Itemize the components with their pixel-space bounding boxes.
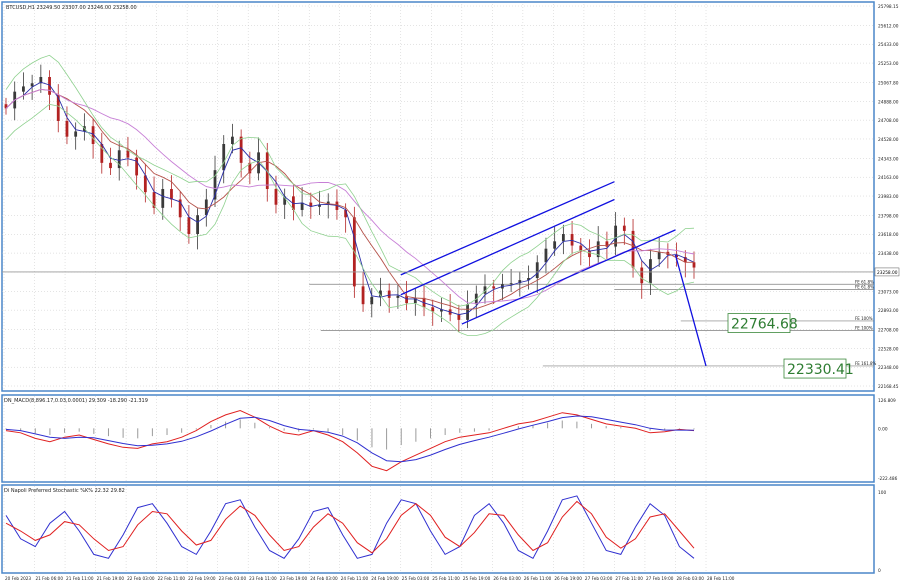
- price-tick-label: 22708.00: [878, 328, 899, 334]
- time-tick-label: 25 Feb 03:00: [402, 576, 430, 581]
- price-tick-label: 22528.00: [878, 346, 899, 352]
- candle-body: [231, 136, 234, 144]
- stochastic-tick-label: 100: [878, 490, 886, 496]
- candle-body: [239, 136, 243, 163]
- candle-body: [187, 217, 191, 235]
- price-tick-label: 23798.00: [878, 213, 899, 219]
- target-price-label: 22764.68: [731, 317, 798, 333]
- candle-body: [222, 143, 226, 171]
- candle-body: [22, 86, 25, 92]
- time-tick-label: 22 Feb 11:00: [158, 576, 186, 581]
- candle-body: [361, 286, 365, 305]
- current-price-label: 23258.00: [877, 270, 898, 276]
- fe-level-label: FE 100%: [855, 316, 873, 321]
- candle-body: [657, 251, 661, 260]
- price-tick-label: 22168.45: [878, 384, 899, 390]
- candle-body: [640, 267, 644, 284]
- price-tick-label: 24708.00: [878, 118, 899, 124]
- candle-body: [170, 189, 173, 200]
- price-tick-label: 24163.00: [878, 175, 899, 181]
- time-tick-label: 28 Feb 11:00: [707, 576, 735, 581]
- symbol-header: BTCUSD,H1 23249.50 23307.00 23246.00 232…: [6, 5, 137, 11]
- candle-body: [544, 248, 548, 263]
- candle-body: [396, 295, 400, 298]
- time-axis: 20 Feb 2023 21 Feb 06:00 21 Feb 11:00 21 Fe…: [5, 576, 735, 581]
- price-tick-label: 23618.00: [878, 232, 899, 238]
- macd-panel: [1, 394, 875, 483]
- candle-body: [692, 262, 696, 268]
- candle-body: [161, 189, 165, 208]
- time-tick-label: 24 Feb 19:00: [371, 576, 399, 581]
- time-tick-label: 25 Feb 19:00: [463, 576, 491, 581]
- price-tick-label: 25067.80: [878, 80, 899, 86]
- time-tick-label: 22 Feb 03:00: [127, 576, 155, 581]
- macd-tick-label: 126.809: [878, 398, 896, 404]
- candle-body: [570, 234, 574, 246]
- stochastic-panel: [1, 484, 875, 574]
- candle-body: [561, 234, 565, 242]
- price-tick-label: 24528.00: [878, 137, 899, 143]
- macd-tick-label: 0.00: [878, 426, 888, 432]
- time-tick-label: 27 Feb 03:00: [585, 576, 613, 581]
- price-tick-label: 23983.00: [878, 194, 899, 200]
- price-tick-label: 25798.15: [878, 4, 899, 10]
- candle-body: [30, 83, 34, 87]
- time-tick-label: 27 Feb 11:00: [615, 576, 643, 581]
- time-tick-label: 25 Feb 11:00: [432, 576, 460, 581]
- price-tick-label: 25612.00: [878, 23, 899, 29]
- price-tick-label: 23073.00: [878, 289, 899, 295]
- fe-level-label: FE 100%: [855, 325, 873, 330]
- time-tick-label: 26 Feb 11:00: [524, 576, 552, 581]
- candle-body: [492, 286, 496, 289]
- candle-body: [196, 215, 199, 235]
- price-tick-label: 24343.00: [878, 156, 899, 162]
- price-tick-label: 22893.00: [878, 308, 899, 314]
- price-tick-label: 25433.00: [878, 42, 899, 48]
- time-tick-label: 24 Feb 11:00: [341, 576, 369, 581]
- fe-level-label: FE 161.8%: [855, 361, 877, 366]
- time-tick-label: 21 Feb 19:00: [97, 576, 125, 581]
- candle-body: [274, 189, 278, 205]
- stochastic-tick-label: 0: [878, 568, 881, 574]
- time-tick-label: 23 Feb 19:00: [280, 576, 308, 581]
- candle-body: [109, 162, 112, 169]
- time-tick-label: 20 Feb 2023: [5, 576, 31, 581]
- target-price-label: 22330.41: [787, 362, 854, 378]
- time-tick-label: 24 Feb 03:00: [310, 576, 338, 581]
- time-tick-label: 23 Feb 03:00: [219, 576, 247, 581]
- time-tick-label: 26 Feb 03:00: [493, 576, 521, 581]
- candle-body: [135, 157, 139, 176]
- time-tick-label: 22 Feb 19:00: [188, 576, 216, 581]
- candle-body: [74, 131, 78, 137]
- fe-level-label: FE 61.8%: [855, 285, 874, 290]
- time-tick-label: 21 Feb 06:00: [36, 576, 64, 581]
- candle-body: [535, 262, 539, 279]
- candle-body: [509, 283, 513, 285]
- price-tick-label: 25253.00: [878, 61, 899, 67]
- time-tick-label: 28 Feb 03:00: [676, 576, 704, 581]
- price-tick-label: 24888.00: [878, 99, 899, 105]
- candle-body: [622, 225, 626, 231]
- time-tick-label: 26 Feb 19:00: [554, 576, 582, 581]
- candle-body: [605, 241, 609, 247]
- candle-body: [553, 241, 557, 249]
- price-tick-label: 22348.00: [878, 365, 899, 371]
- candle-body: [649, 259, 652, 284]
- candle-body: [387, 290, 391, 298]
- trading-chart: FE 61.8%FE 61.8%FE 100%FE 100%FE 161.8% …: [1, 1, 900, 581]
- macd-tick-label: -222.486: [878, 476, 898, 482]
- stochastic-title: Di Napoli Preferred Stochastic %K% 22.32…: [4, 488, 125, 494]
- time-tick-label: 27 Feb 19:00: [646, 576, 674, 581]
- time-tick-label: 21 Feb 11:00: [66, 576, 94, 581]
- candle-body: [370, 296, 374, 305]
- candle-body: [457, 314, 461, 320]
- macd-title: DN_MACD(8,896.17,0.03,0.0001) 29.309 -18…: [4, 398, 148, 404]
- candle-body: [588, 250, 591, 258]
- price-tick-label: 23438.00: [878, 251, 899, 257]
- candle-body: [65, 120, 69, 137]
- time-tick-label: 23 Feb 11:00: [249, 576, 277, 581]
